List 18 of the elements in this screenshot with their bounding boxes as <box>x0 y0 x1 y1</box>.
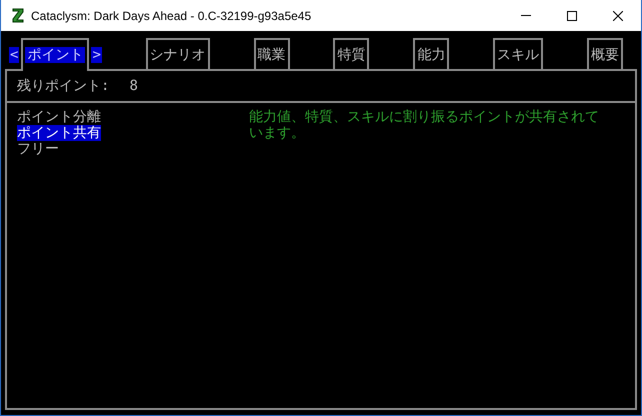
option-item[interactable]: フリー <box>17 141 59 157</box>
points-value: 8 <box>129 76 138 96</box>
tab[interactable]: ポイント <box>21 38 90 71</box>
tab[interactable]: 特質 <box>333 38 370 71</box>
option-item[interactable]: ポイント共有 <box>17 125 101 141</box>
minimize-icon <box>521 15 531 16</box>
app-logo-icon <box>12 8 24 23</box>
points-label: 残りポイント: <box>17 76 110 96</box>
maximize-icon <box>567 10 577 20</box>
tab[interactable]: 職業 <box>254 38 290 71</box>
tab[interactable]: シナリオ <box>146 38 210 71</box>
option-item[interactable]: ポイント分離 <box>17 109 101 125</box>
tab[interactable]: 概要 <box>586 38 623 71</box>
window-title: Cataclysm: Dark Days Ahead - 0.C-32199-g93a5e45 <box>31 8 312 24</box>
description-text: 能力値、特質、スキルに割り振るポイントが共有されています。 <box>249 109 600 143</box>
close-icon <box>613 10 623 20</box>
tab[interactable]: スキル <box>493 38 544 71</box>
tab[interactable]: 能力 <box>413 38 450 71</box>
